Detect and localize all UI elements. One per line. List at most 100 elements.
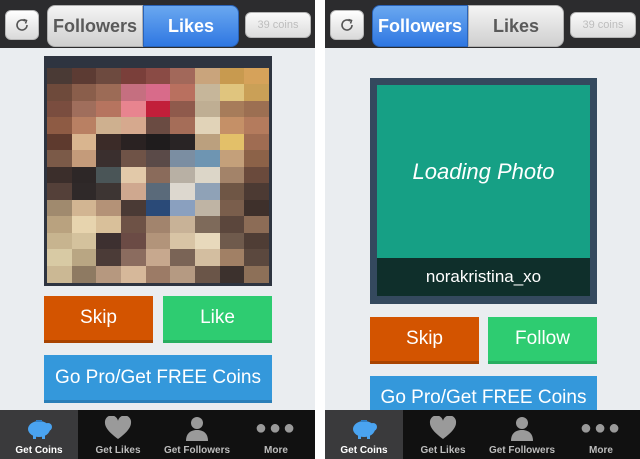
refresh-button[interactable] <box>5 10 39 40</box>
mosaic-cell <box>71 150 97 168</box>
mosaic-cell <box>219 68 245 85</box>
mosaic-cell <box>96 68 122 85</box>
mosaic-cell <box>145 133 171 151</box>
bottom-tab-bar: Get Coins Get Likes Get Followers ●●● Mo… <box>0 410 315 459</box>
mosaic-cell <box>244 199 270 217</box>
mosaic-cell <box>47 232 72 250</box>
tab-more[interactable]: ●●● More <box>237 410 315 459</box>
refresh-icon <box>16 18 28 31</box>
follow-button[interactable]: Follow <box>488 317 597 364</box>
mosaic-cell <box>145 183 171 201</box>
mosaic-cell <box>145 199 171 217</box>
mosaic-cell <box>219 265 245 283</box>
mosaic-cell <box>96 133 122 151</box>
mosaic-cell <box>244 68 270 85</box>
mosaic-cell <box>170 133 196 151</box>
tab-followers[interactable]: Followers <box>47 5 143 47</box>
mosaic-cell <box>121 100 146 118</box>
refresh-icon <box>341 18 353 31</box>
skip-button[interactable]: Skip <box>44 296 153 343</box>
tab-get-coins[interactable]: Get Coins <box>0 410 78 459</box>
mosaic-cell <box>145 100 171 118</box>
mosaic-cell <box>121 117 146 135</box>
coins-badge[interactable]: 39 coins <box>570 12 636 38</box>
more-dots-icon: ●●● <box>254 417 298 439</box>
tab-get-coins[interactable]: Get Coins <box>325 410 403 459</box>
tab-label: More <box>264 445 288 456</box>
mosaic-cell <box>244 84 270 102</box>
tab-likes[interactable]: Likes <box>468 5 564 47</box>
mosaic-cell <box>96 232 122 250</box>
mosaic-cell <box>121 265 146 283</box>
mosaic-cell <box>121 133 146 151</box>
mosaic-cell <box>47 133 72 151</box>
username-label: norakristina_xo <box>377 258 590 296</box>
mosaic-cell <box>145 68 171 85</box>
loading-text: Loading Photo <box>412 158 555 184</box>
mosaic-cell <box>71 249 97 267</box>
mosaic-cell <box>244 150 270 168</box>
mosaic-cell <box>96 183 122 201</box>
mosaic-cell <box>96 150 122 168</box>
mosaic-cell <box>170 84 196 102</box>
tab-likes[interactable]: Likes <box>143 5 239 47</box>
tab-followers[interactable]: Followers <box>372 5 468 47</box>
mosaic-cell <box>47 183 72 201</box>
mosaic-cell <box>170 265 196 283</box>
mosaic-cell <box>71 100 97 118</box>
photo-frame: Loading Photo norakristina_xo <box>370 78 597 304</box>
mosaic-cell <box>195 68 220 85</box>
mosaic-cell <box>47 117 72 135</box>
tab-get-followers[interactable]: Get Followers <box>483 410 561 459</box>
mosaic-cell <box>170 249 196 267</box>
mosaic-cell <box>244 216 270 234</box>
mosaic-cell <box>71 183 97 201</box>
mosaic-cell <box>170 100 196 118</box>
mosaic-cell <box>195 150 220 168</box>
mosaic-cell <box>71 68 97 85</box>
skip-button[interactable]: Skip <box>370 317 479 364</box>
tab-get-followers[interactable]: Get Followers <box>158 410 236 459</box>
tab-label: Get Followers <box>163 445 231 456</box>
tab-label: Get Coins <box>340 445 388 456</box>
mosaic-cell <box>145 249 171 267</box>
like-button[interactable]: Like <box>163 296 272 343</box>
mosaic-cell <box>96 100 122 118</box>
mosaic-cell <box>244 166 270 184</box>
more-dots-icon: ●●● <box>579 417 623 439</box>
mosaic-cell <box>170 150 196 168</box>
go-pro-button[interactable]: Go Pro/Get FREE Coins <box>44 355 272 403</box>
mosaic-cell <box>121 150 146 168</box>
tab-get-likes[interactable]: Get Likes <box>404 410 482 459</box>
tab-get-likes[interactable]: Get Likes <box>79 410 157 459</box>
mosaic-cell <box>195 84 220 102</box>
mosaic-cell <box>219 166 245 184</box>
mosaic-cell <box>71 166 97 184</box>
mosaic-cell <box>145 84 171 102</box>
mosaic-cell <box>195 216 220 234</box>
mosaic-cell <box>195 133 220 151</box>
tab-label: Get Followers <box>488 445 556 456</box>
mosaic-cell <box>47 100 72 118</box>
mosaic-cell <box>96 199 122 217</box>
refresh-button[interactable] <box>330 10 364 40</box>
mosaic-cell <box>121 183 146 201</box>
mosaic-cell <box>96 166 122 184</box>
mosaic-cell <box>195 232 220 250</box>
tab-more[interactable]: ●●● More <box>562 410 640 459</box>
mosaic-cell <box>96 249 122 267</box>
mosaic-cell <box>121 249 146 267</box>
person-icon <box>511 417 533 441</box>
heart-icon <box>429 416 457 439</box>
mosaic-cell <box>145 150 171 168</box>
mosaic-cell <box>170 199 196 217</box>
mosaic-cell <box>145 216 171 234</box>
mosaic-cell <box>121 232 146 250</box>
piggy-bank-icon <box>28 420 52 439</box>
mosaic-cell <box>145 232 171 250</box>
mosaic-cell <box>96 84 122 102</box>
mosaic-cell <box>170 68 196 85</box>
mosaic-cell <box>219 249 245 267</box>
coins-badge[interactable]: 39 coins <box>245 12 311 38</box>
mosaic-cell <box>170 166 196 184</box>
